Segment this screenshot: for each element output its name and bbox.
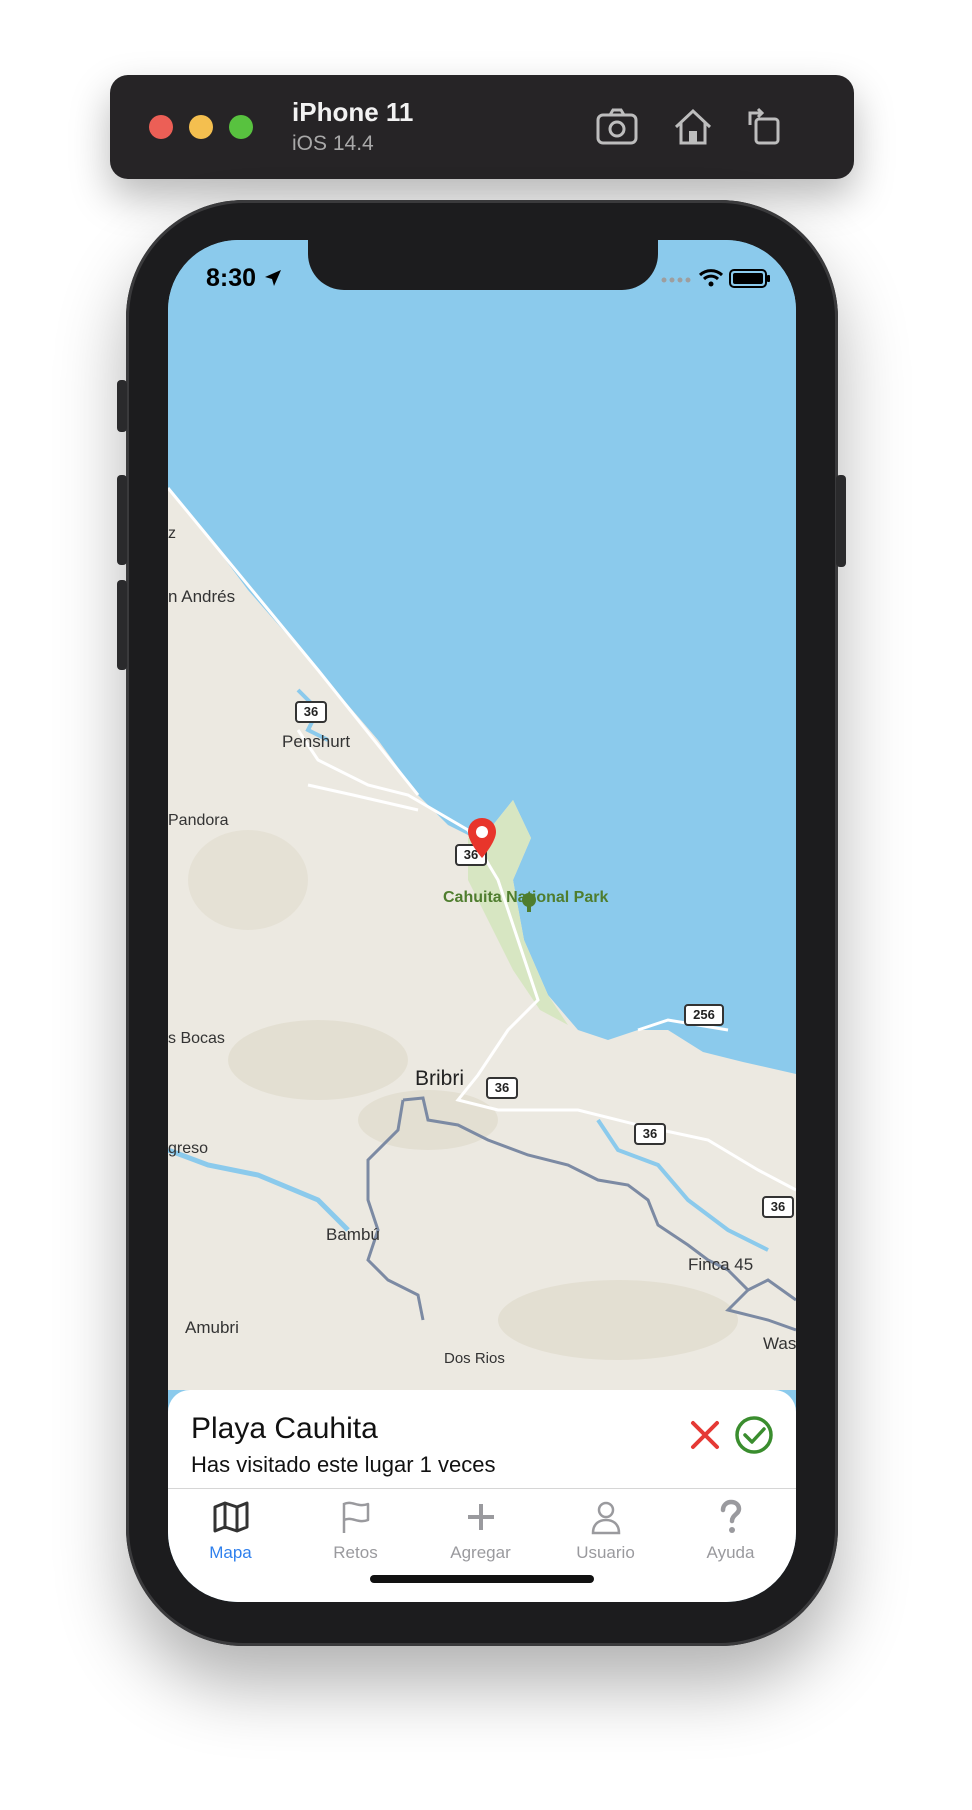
plus-icon — [467, 1504, 494, 1530]
map-label-finca45: Finca 45 — [688, 1255, 754, 1274]
tab-mapa[interactable]: Mapa — [168, 1489, 293, 1569]
map-label-bribri: Bribri — [415, 1067, 465, 1090]
tab-label: Usuario — [576, 1543, 635, 1562]
flag-icon — [342, 1501, 369, 1533]
status-time: 8:30 — [206, 264, 283, 293]
tab-bar: Mapa Retos Agregar Usuario Ayuda — [168, 1489, 796, 1602]
screenshot-icon[interactable] — [594, 105, 640, 149]
accept-button[interactable] — [734, 1415, 774, 1455]
tab-ayuda[interactable]: Ayuda — [668, 1489, 793, 1569]
minimize-window-button[interactable] — [189, 115, 213, 139]
route-shield: 36 — [762, 1196, 794, 1218]
place-visits: Has visitado este lugar 1 veces — [191, 1452, 496, 1477]
tab-label: Ayuda — [706, 1543, 755, 1562]
wifi-icon — [698, 269, 724, 281]
reject-button[interactable] — [688, 1418, 722, 1452]
tab-label: Mapa — [209, 1543, 252, 1562]
user-icon — [591, 1501, 620, 1535]
os-version: iOS 14.4 — [292, 132, 374, 155]
map-label-cahuita: Cahuita National Park — [443, 889, 609, 906]
route-shield: 256 — [684, 1004, 724, 1026]
zoom-window-button[interactable] — [229, 115, 253, 139]
phone-screen: 8:30 z n Andrés Penshurt Pandora Cahuita… — [168, 240, 796, 1602]
map-icon — [213, 1501, 248, 1533]
silent-switch — [117, 380, 127, 432]
tab-label: Agregar — [450, 1543, 511, 1562]
map-label-bambu: Bambú — [326, 1225, 380, 1244]
map-label-z: z — [168, 525, 176, 542]
map-labels: z n Andrés Penshurt Pandora Cahuita Nati… — [168, 240, 796, 1390]
question-icon — [720, 1499, 741, 1533]
place-card: Playa Cauhita Has visitado este lugar 1 … — [168, 1390, 796, 1489]
location-pin-icon[interactable] — [466, 816, 498, 860]
map-label-amubri: Amubri — [185, 1318, 239, 1337]
map-label-penshurt: Penshurt — [282, 732, 351, 751]
signal-icon — [661, 277, 691, 283]
map-label-dos-rios: Dos Rios — [444, 1350, 505, 1367]
power-button — [836, 475, 846, 567]
notch — [308, 240, 658, 290]
home-icon[interactable] — [670, 105, 716, 149]
location-arrow-icon — [265, 270, 281, 286]
tab-agregar[interactable]: Agregar — [418, 1489, 543, 1569]
tab-usuario[interactable]: Usuario — [543, 1489, 668, 1569]
device-name: iPhone 11 — [292, 97, 414, 127]
rotate-icon[interactable] — [742, 105, 788, 149]
map-label-progreso: greso — [168, 1140, 209, 1157]
place-title: Playa Cauhita — [191, 1412, 378, 1445]
route-shield: 36 — [295, 701, 327, 723]
battery-icon — [729, 269, 770, 288]
route-shield: 36 — [486, 1077, 518, 1099]
status-indicators — [660, 266, 772, 295]
map-label-pandora: Pandora — [168, 812, 229, 829]
volume-down-button — [117, 580, 127, 670]
tab-label: Retos — [333, 1543, 378, 1562]
tab-retos[interactable]: Retos — [293, 1489, 418, 1569]
close-window-button[interactable] — [149, 115, 173, 139]
volume-up-button — [117, 475, 127, 565]
map-label-was: Was — [763, 1334, 796, 1353]
map-label-bocas: s Bocas — [168, 1030, 225, 1047]
home-indicator[interactable] — [370, 1575, 594, 1583]
simulator-title-bar: iPhone 11 iOS 14.4 — [110, 75, 854, 179]
map-label-san-andres: n Andrés — [168, 587, 236, 606]
route-shield: 36 — [634, 1123, 666, 1145]
